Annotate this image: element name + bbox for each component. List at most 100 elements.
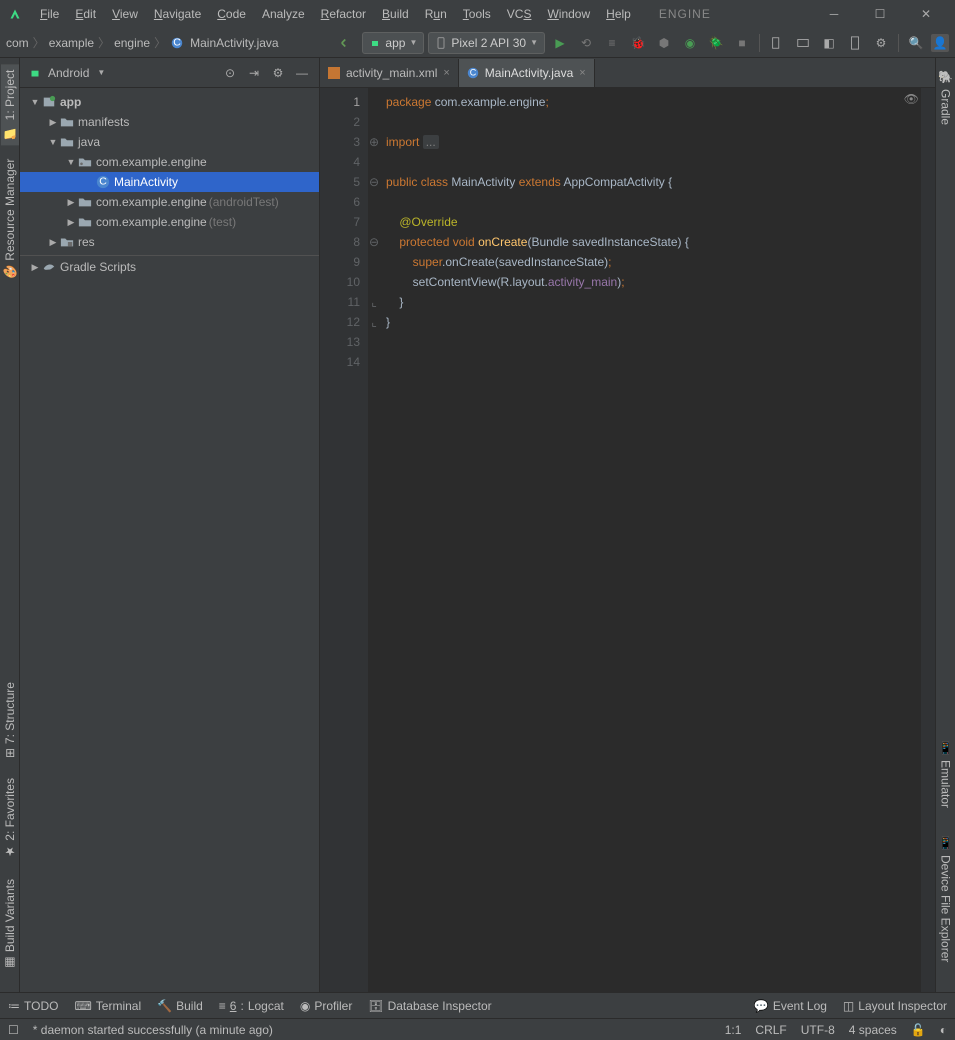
run-button[interactable]: ▶ [549, 32, 571, 54]
menu-edit[interactable]: Edit [67, 3, 104, 25]
apply-code-changes-button[interactable]: ≡ [601, 32, 623, 54]
line-separator[interactable]: CRLF [755, 1023, 786, 1037]
select-opened-file-button[interactable]: ⊙ [221, 64, 239, 82]
settings-button[interactable]: ⚙ [269, 64, 287, 82]
package-icon [78, 195, 92, 209]
debug-button[interactable]: 🐞 [627, 32, 649, 54]
rail-device-file-explorer[interactable]: 📱Device File Explorer [937, 830, 955, 968]
tree-pkg-test[interactable]: ▶com.example.engine(test) [20, 212, 319, 232]
line-gutter[interactable]: 1234567891011121314 [320, 88, 368, 992]
run-config-selector[interactable]: app▼ [362, 32, 424, 54]
left-tool-rail: 📁1: Project 🎨Resource Manager ⊞7: Struct… [0, 58, 20, 992]
troubleshoot-button[interactable]: ⚙ [870, 32, 892, 54]
tree-manifests[interactable]: ▶manifests [20, 112, 319, 132]
apply-changes-restart-button[interactable]: ⟲ [575, 32, 597, 54]
cursor-position[interactable]: 1:1 [725, 1023, 742, 1037]
tab-activity-main-xml[interactable]: activity_main.xml× [320, 59, 459, 87]
collapse-all-button[interactable]: ⇥ [245, 64, 263, 82]
readonly-toggle[interactable]: 🔓 [911, 1023, 926, 1037]
bottom-tool-bar: ≔TODO ⌨Terminal 🔨Build ≡6: Logcat ◉Profi… [0, 992, 955, 1018]
xml-icon [328, 67, 340, 79]
rail-resource-manager[interactable]: 🎨Resource Manager [1, 153, 19, 286]
project-tree[interactable]: ▼app ▶manifests ▼java ▼com.example.engin… [20, 88, 319, 992]
menu-view[interactable]: View [104, 3, 146, 25]
maximize-button[interactable]: ☐ [857, 0, 903, 28]
phone-icon [435, 37, 447, 49]
class-icon: C [467, 67, 479, 79]
device-selector[interactable]: Pixel 2 API 30▼ [428, 32, 545, 54]
package-icon [78, 215, 92, 229]
close-button[interactable]: ✕ [903, 0, 949, 28]
tool-profiler[interactable]: ◉Profiler [300, 999, 353, 1013]
rail-build-variants[interactable]: ▦Build Variants [1, 873, 19, 976]
tree-pkg-main[interactable]: ▼com.example.engine [20, 152, 319, 172]
tool-database-inspector[interactable]: 🗄Database Inspector [368, 999, 491, 1013]
rail-structure[interactable]: ⊞7: Structure [1, 676, 19, 764]
indent-setting[interactable]: 4 spaces [849, 1023, 897, 1037]
android-icon [369, 37, 381, 49]
tree-res[interactable]: ▶res [20, 232, 319, 252]
tool-terminal[interactable]: ⌨Terminal [74, 999, 141, 1013]
tool-event-log[interactable]: 💬Event Log [754, 999, 827, 1013]
menu-navigate[interactable]: Navigate [146, 3, 209, 25]
code-editor[interactable]: 1234567891011121314 ⊕ ⊖ ⊖ ⌞⌞ package com… [320, 88, 935, 992]
gradle-icon [42, 260, 56, 274]
rail-project[interactable]: 📁1: Project [1, 64, 19, 145]
tree-gradle-scripts[interactable]: ▶Gradle Scripts [20, 255, 319, 275]
menu-refactor[interactable]: Refactor [313, 3, 374, 25]
tree-mainactivity[interactable]: CMainActivity [20, 172, 319, 192]
folder-icon [60, 115, 74, 129]
minimize-button[interactable]: ─ [811, 0, 857, 28]
project-tool-window: Android ▼ ⊙ ⇥ ⚙ — ▼app ▶manifests ▼java … [20, 58, 320, 992]
user-button[interactable]: 👤 [931, 34, 949, 52]
sync-gradle-button[interactable] [336, 32, 358, 54]
tool-logcat[interactable]: ≡6: Logcat [219, 999, 284, 1013]
menu-vcs[interactable]: VCS [499, 3, 540, 25]
breadcrumb[interactable]: com〉 example〉 engine〉 C MainActivity.jav… [6, 34, 279, 51]
rail-emulator[interactable]: 📱Emulator [937, 735, 955, 814]
rail-favorites[interactable]: ★2: Favorites [1, 772, 19, 865]
profile-button[interactable]: ◉ [679, 32, 701, 54]
svg-text:C: C [173, 36, 181, 48]
right-tool-rail: 🐘Gradle 📱Emulator 📱Device File Explorer [935, 58, 955, 992]
close-tab-icon[interactable]: × [443, 67, 449, 79]
memory-indicator[interactable]: ◐ [940, 1023, 947, 1037]
code-content[interactable]: package com.example.engine; import ... p… [380, 88, 921, 992]
resource-manager-button[interactable]: ◧ [818, 32, 840, 54]
tool-todo[interactable]: ≔TODO [8, 999, 58, 1013]
close-tab-icon[interactable]: × [579, 67, 585, 79]
layout-inspector-button[interactable] [844, 32, 866, 54]
menu-window[interactable]: Window [539, 3, 598, 25]
tree-app[interactable]: ▼app [20, 92, 319, 112]
window-title: ENGINE [659, 7, 711, 21]
editor-area: activity_main.xml× C MainActivity.java× … [320, 58, 935, 992]
menu-run[interactable]: Run [417, 3, 455, 25]
search-everywhere-button[interactable]: 🔍 [905, 32, 927, 54]
menu-help[interactable]: Help [598, 3, 639, 25]
coverage-button[interactable]: ⬢ [653, 32, 675, 54]
tree-pkg-androidtest[interactable]: ▶com.example.engine(androidTest) [20, 192, 319, 212]
editor-tabs: activity_main.xml× C MainActivity.java× [320, 58, 935, 88]
status-icon[interactable]: ☐ [8, 1023, 19, 1037]
rail-gradle[interactable]: 🐘Gradle [937, 64, 955, 131]
editor-scrollbar[interactable] [921, 88, 935, 992]
stop-button[interactable]: ■ [731, 32, 753, 54]
hide-button[interactable]: — [293, 64, 311, 82]
tree-java[interactable]: ▼java [20, 132, 319, 152]
menu-code[interactable]: Code [209, 3, 254, 25]
inspection-eye-icon[interactable]: 👁 [904, 92, 919, 106]
status-bar: ☐ * daemon started successfully (a minut… [0, 1018, 955, 1040]
file-encoding[interactable]: UTF-8 [801, 1023, 835, 1037]
menu-file[interactable]: File [32, 3, 67, 25]
menu-tools[interactable]: Tools [455, 3, 499, 25]
attach-debugger-button[interactable]: 🪲 [705, 32, 727, 54]
menu-analyze[interactable]: Analyze [254, 3, 313, 25]
project-view-selector[interactable]: Android [48, 66, 89, 80]
tab-mainactivity-java[interactable]: C MainActivity.java× [459, 59, 595, 87]
menu-build[interactable]: Build [374, 3, 417, 25]
sdk-manager-button[interactable] [792, 32, 814, 54]
avd-manager-button[interactable] [766, 32, 788, 54]
fold-column[interactable]: ⊕ ⊖ ⊖ ⌞⌞ [368, 88, 380, 992]
tool-layout-inspector[interactable]: ◫Layout Inspector [843, 999, 947, 1013]
tool-build[interactable]: 🔨Build [157, 999, 203, 1013]
